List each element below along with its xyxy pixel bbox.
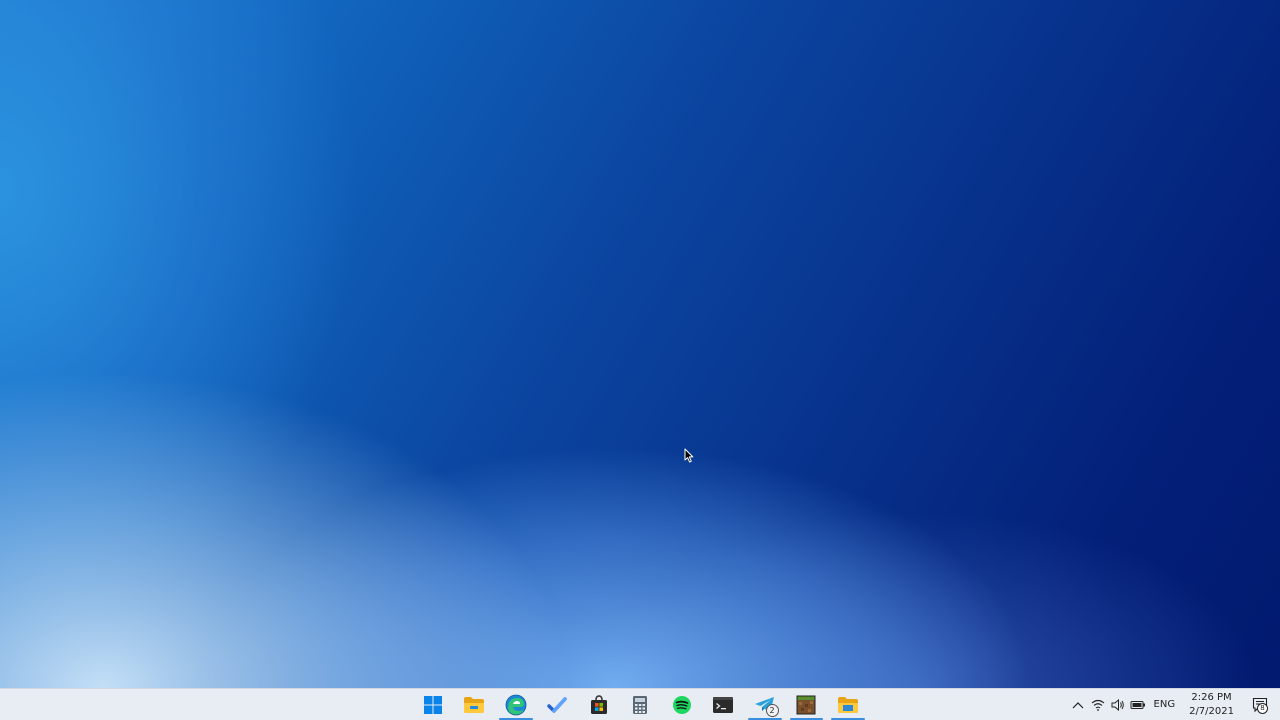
- windows-logo-icon: [423, 695, 442, 714]
- notification-count-badge: 8: [1257, 703, 1268, 714]
- telegram-button[interactable]: 2: [744, 689, 786, 720]
- todo-button[interactable]: [537, 689, 579, 720]
- calculator-icon: [633, 695, 648, 714]
- terminal-button[interactable]: [703, 689, 745, 720]
- mouse-cursor-icon: [684, 448, 694, 463]
- edge-button[interactable]: [495, 689, 537, 720]
- system-tray: ENG 2:26 PM 2/7/2021 8: [1068, 689, 1280, 720]
- minecraft-block-icon: [796, 695, 816, 714]
- battery-icon: [1130, 700, 1145, 709]
- spotify-button[interactable]: [661, 689, 703, 720]
- file-explorer-open-button[interactable]: [827, 689, 869, 720]
- minecraft-button[interactable]: [786, 689, 828, 720]
- desktop-wallpaper[interactable]: [0, 0, 1280, 688]
- volume-button[interactable]: [1108, 689, 1128, 720]
- battery-button[interactable]: [1128, 689, 1148, 720]
- checkmark-icon: [547, 696, 567, 713]
- show-hidden-icons-button[interactable]: [1068, 689, 1088, 720]
- network-button[interactable]: [1088, 689, 1108, 720]
- calculator-button[interactable]: [620, 689, 662, 720]
- chevron-up-icon: [1072, 701, 1083, 708]
- terminal-icon: [713, 696, 734, 713]
- telegram-unread-badge: 2: [765, 704, 779, 717]
- clock-date: 2/7/2021: [1189, 705, 1234, 717]
- folder-open-icon: [837, 696, 858, 713]
- file-explorer-button[interactable]: [454, 689, 496, 720]
- input-language-indicator[interactable]: ENG: [1148, 689, 1184, 720]
- speaker-icon: [1111, 698, 1124, 711]
- store-bag-icon: [590, 694, 607, 714]
- wifi-icon: [1091, 699, 1104, 711]
- store-button[interactable]: [578, 689, 620, 720]
- start-button[interactable]: [412, 689, 454, 720]
- clock[interactable]: 2:26 PM 2/7/2021: [1183, 691, 1240, 719]
- action-center-button[interactable]: 8: [1240, 689, 1280, 720]
- taskbar: 2 ENG 2:26 PM 2/7/2021 8: [0, 688, 1280, 720]
- edge-icon: [505, 694, 527, 715]
- spotify-icon: [672, 695, 691, 714]
- taskbar-apps: 2: [412, 689, 869, 720]
- folder-icon: [464, 696, 485, 713]
- clock-time: 2:26 PM: [1191, 691, 1232, 703]
